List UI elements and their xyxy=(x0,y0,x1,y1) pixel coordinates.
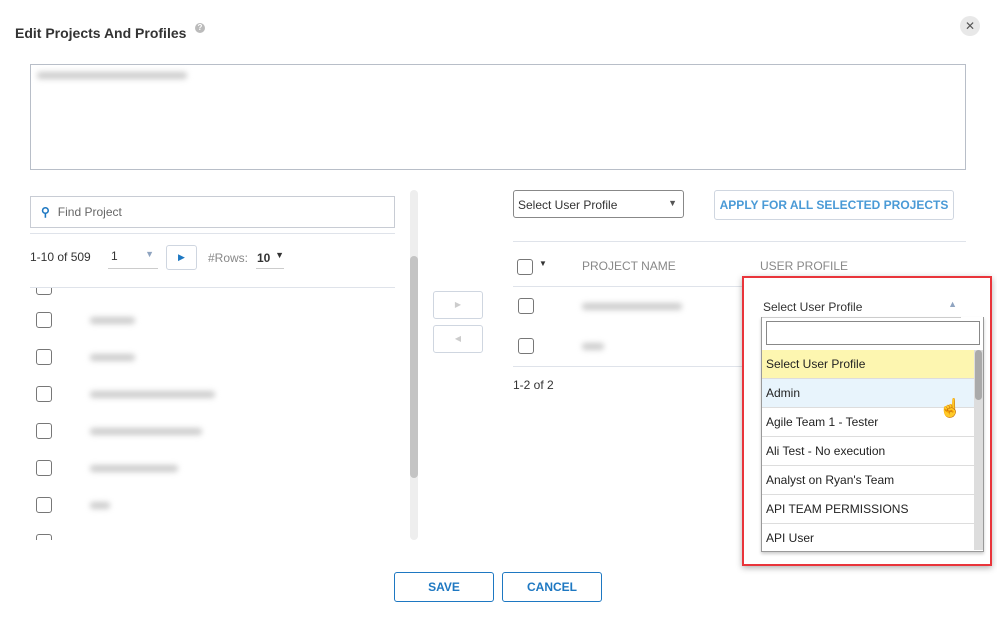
chevron-down-icon: ▼ xyxy=(668,198,677,208)
chevron-down-icon: ▼ xyxy=(275,250,284,260)
hand-cursor-icon: ☝ xyxy=(939,398,962,418)
option-api-user[interactable]: API User xyxy=(762,524,974,553)
project-checkbox[interactable] xyxy=(36,288,52,295)
user-profile-dropdown: Select User Profile ▲ Select User Profil… xyxy=(742,276,992,566)
chevron-up-icon: ▲ xyxy=(948,299,957,309)
move-left-button[interactable]: ◀ xyxy=(433,325,483,353)
rows-value: 10 xyxy=(257,251,271,265)
page-select[interactable]: 1 ▼ xyxy=(108,247,158,269)
profile-options-panel: Select User Profile Admin Agile Team 1 -… xyxy=(761,317,984,552)
option-api-team-permissions[interactable]: API TEAM PERMISSIONS xyxy=(762,495,974,524)
profile-select-value: Select User Profile xyxy=(518,198,618,212)
project-list xyxy=(30,288,395,540)
page-value: 1 xyxy=(111,249,118,263)
blurred-email xyxy=(37,72,187,79)
next-page-button[interactable]: ▶ xyxy=(166,245,197,270)
project-checkbox[interactable] xyxy=(36,497,52,513)
col-project-name: PROJECT NAME xyxy=(582,259,676,273)
find-project-placeholder: Find Project xyxy=(57,205,122,219)
blurred-project xyxy=(90,428,202,435)
divider xyxy=(513,241,966,242)
divider xyxy=(30,233,395,234)
row-checkbox[interactable] xyxy=(518,298,534,314)
users-textarea[interactable] xyxy=(30,64,966,170)
select-all-checkbox[interactable] xyxy=(517,259,533,275)
row-profile-select[interactable]: Select User Profile ▲ xyxy=(761,296,961,318)
rows-select[interactable]: 10 ▼ xyxy=(256,247,284,269)
scrollbar-track[interactable] xyxy=(410,190,418,540)
chevron-down-icon: ▼ xyxy=(145,249,154,259)
blurred-project xyxy=(90,317,135,324)
blurred-project xyxy=(90,465,178,472)
scrollbar-thumb[interactable] xyxy=(410,256,418,478)
cancel-button[interactable]: CANCEL xyxy=(502,572,602,602)
blurred-project xyxy=(90,354,135,361)
right-range: 1-2 of 2 xyxy=(513,378,554,392)
blurred-project xyxy=(582,343,604,350)
close-icon[interactable]: ✕ xyxy=(960,16,980,36)
project-checkbox[interactable] xyxy=(36,312,52,328)
options-scrollbar-thumb[interactable] xyxy=(975,350,982,400)
save-button[interactable]: SAVE xyxy=(394,572,494,602)
search-icon: ⚲ xyxy=(41,205,50,219)
apply-all-button[interactable]: APPLY FOR ALL SELECTED PROJECTS xyxy=(714,190,954,220)
project-checkbox[interactable] xyxy=(36,534,52,540)
project-checkbox[interactable] xyxy=(36,349,52,365)
profile-search-input[interactable] xyxy=(766,321,980,345)
blurred-project xyxy=(90,502,110,509)
project-checkbox[interactable] xyxy=(36,386,52,402)
project-checkbox[interactable] xyxy=(36,460,52,476)
row-profile-value: Select User Profile xyxy=(763,300,863,314)
rows-label: #Rows: xyxy=(208,251,249,265)
options-list: Select User Profile Admin Agile Team 1 -… xyxy=(762,350,974,553)
blurred-project xyxy=(90,391,215,398)
row-checkbox[interactable] xyxy=(518,338,534,354)
option-ali-test[interactable]: Ali Test - No execution xyxy=(762,437,974,466)
left-range: 1-10 of 509 xyxy=(30,250,91,264)
options-scrollbar[interactable] xyxy=(974,350,983,550)
col-user-profile: USER PROFILE xyxy=(760,259,849,273)
find-project-input[interactable]: ⚲ Find Project xyxy=(30,196,395,228)
move-right-button[interactable]: ▶ xyxy=(433,291,483,319)
profile-select[interactable]: Select User Profile ▼ xyxy=(513,190,684,218)
blurred-project xyxy=(582,303,682,310)
project-checkbox[interactable] xyxy=(36,423,52,439)
option-analyst-ryan[interactable]: Analyst on Ryan's Team xyxy=(762,466,974,495)
caret-down-icon[interactable]: ▼ xyxy=(539,259,547,268)
question-circle-icon[interactable]: ? xyxy=(195,23,205,33)
dialog-title: Edit Projects And Profiles xyxy=(15,25,187,41)
divider xyxy=(513,366,743,367)
option-select-user-profile[interactable]: Select User Profile xyxy=(762,350,974,379)
